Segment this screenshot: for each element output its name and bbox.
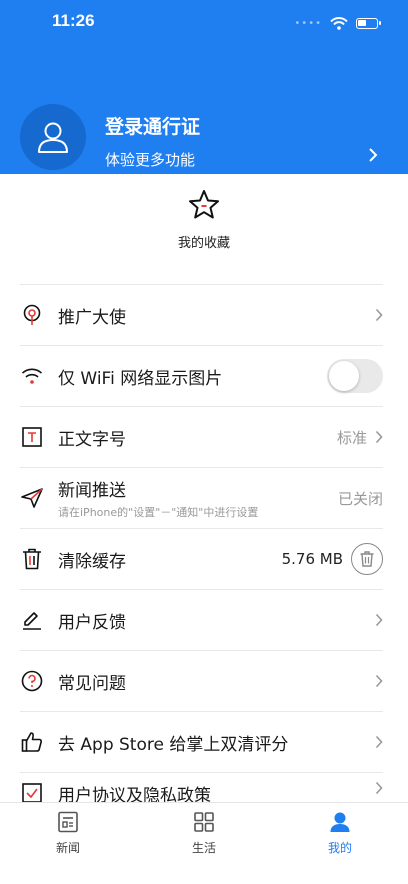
cache-size: 5.76 MB [281,550,343,568]
settings-item-label: 正文字号 [58,429,126,450]
settings-item-font-size[interactable]: 正文字号 标准 [20,406,383,467]
question-icon [20,669,44,693]
star-icon [188,189,220,223]
wifi-status-icon [330,17,348,30]
settings-item-clear-cache: 清除缓存 5.76 MB [20,528,383,589]
push-status: 已关闭 [337,489,383,508]
chevron-right-icon [375,613,383,627]
checkbox-icon [20,781,44,803]
settings-list: 推广大使 仅 WiFi 网络显示图片 正文字号 标准 新闻推送 请在iPhone… [0,284,408,803]
status-time: 11:26 [52,11,95,30]
settings-item-wifi-images: 仅 WiFi 网络显示图片 [20,345,383,406]
settings-item-label: 推广大使 [58,307,126,328]
settings-item-ambassador[interactable]: 推广大使 [20,284,383,345]
chevron-right-icon [375,781,383,795]
tab-bar: 新闻 生活 我的 [0,802,408,884]
settings-item-faq[interactable]: 常见问题 [20,650,383,711]
profile-icon [330,812,350,832]
push-hint: 请在iPhone的"设置"－"通知"中进行设置 [58,506,259,519]
settings-item-label: 清除缓存 [58,551,126,572]
chevron-right-icon [375,735,383,749]
profile-header: 11:26 •••• 登录通行证 体验更多功能 [0,0,408,174]
font-size-value: 标准 [336,428,367,447]
wifi-images-toggle[interactable] [327,359,383,393]
settings-item-push[interactable]: 新闻推送 请在iPhone的"设置"－"通知"中进行设置 已关闭 [20,467,383,528]
tab-life[interactable]: 生活 [136,803,272,884]
status-icons: •••• [294,17,381,30]
avatar[interactable] [20,104,86,170]
chevron-right-icon [375,308,383,322]
send-icon [20,486,44,510]
settings-item-label: 仅 WiFi 网络显示图片 [58,368,223,389]
settings-item-privacy[interactable]: 用户协议及隐私政策 [20,772,383,803]
tab-label: 我的 [327,841,352,855]
font-size-icon [20,425,44,449]
user-avatar-icon [38,122,68,153]
settings-item-label: 常见问题 [58,673,126,694]
favorites-label: 我的收藏 [177,236,230,251]
battery-icon [356,18,381,29]
wifi-icon [20,364,44,388]
tab-news[interactable]: 新闻 [0,803,136,884]
edit-icon [20,608,44,632]
settings-item-label: 用户反馈 [58,612,126,633]
tab-mine[interactable]: 我的 [272,803,408,884]
settings-item-label: 用户协议及隐私政策 [58,786,211,803]
signal-dots-icon: •••• [294,18,322,29]
login-title[interactable]: 登录通行证 [105,112,200,139]
chevron-right-icon [375,430,383,444]
thumbs-up-icon [20,730,44,754]
login-chevron-right-icon[interactable] [368,147,378,167]
settings-item-feedback[interactable]: 用户反馈 [20,589,383,650]
tab-label: 新闻 [55,841,80,855]
tab-label: 生活 [191,841,216,855]
favorites-button[interactable]: 我的收藏 [0,174,408,282]
chevron-right-icon [375,674,383,688]
settings-item-label: 新闻推送 [58,481,126,501]
ambassador-icon [20,303,44,327]
clear-cache-button[interactable] [351,543,383,575]
settings-item-label: 去 App Store 给掌上双清评分 [58,734,289,755]
grid-icon [194,812,214,832]
trash-icon [20,547,44,571]
trash-icon [360,551,374,567]
news-icon [58,811,78,833]
settings-item-rate-app[interactable]: 去 App Store 给掌上双清评分 [20,711,383,772]
login-subtitle[interactable]: 体验更多功能 [105,149,195,170]
